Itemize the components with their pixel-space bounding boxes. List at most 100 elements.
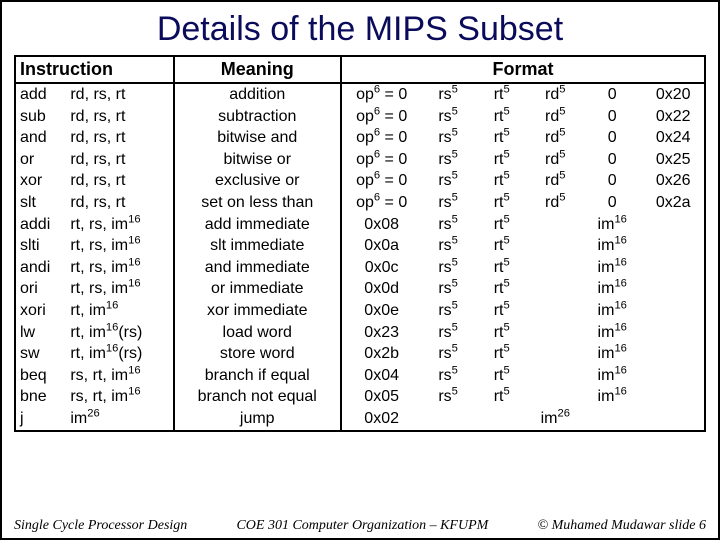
cell-f0: op6 = 0 (341, 149, 421, 171)
cell-f5 (642, 300, 705, 322)
cell-mn: beq (15, 365, 66, 387)
cell-f5: 0x24 (642, 127, 705, 149)
header-meaning: Meaning (174, 56, 341, 83)
cell-mean: set on less than (174, 192, 341, 214)
cell-f3: im26 (529, 408, 583, 431)
cell-f2: rt5 (475, 365, 529, 387)
cell-ops: rt, rs, im16 (66, 257, 173, 279)
cell-f2: rt5 (475, 300, 529, 322)
cell-f3: rd5 (529, 149, 583, 171)
cell-mn: slt (15, 192, 66, 214)
cell-mn: sw (15, 343, 66, 365)
cell-mean: bitwise or (174, 149, 341, 171)
header-format: Format (341, 56, 705, 83)
cell-f1: rs5 (421, 257, 475, 279)
cell-f5 (642, 214, 705, 236)
cell-mean: branch not equal (174, 386, 341, 408)
cell-f1: rs5 (421, 343, 475, 365)
cell-f4: im16 (582, 214, 642, 236)
cell-ops: rs, rt, im16 (66, 365, 173, 387)
cell-f4: 0 (582, 106, 642, 128)
cell-f2: rt5 (475, 257, 529, 279)
table-row: beqrs, rt, im16branch if equal0x04rs5rt5… (15, 365, 705, 387)
cell-f2: rt5 (475, 106, 529, 128)
cell-mn: xori (15, 300, 66, 322)
cell-f4: im16 (582, 257, 642, 279)
table-row: andirt, rs, im16and immediate0x0crs5rt5 i… (15, 257, 705, 279)
cell-f1: rs5 (421, 365, 475, 387)
cell-f3 (529, 300, 583, 322)
cell-f1: rs5 (421, 170, 475, 192)
cell-mean: store word (174, 343, 341, 365)
cell-f1: rs5 (421, 192, 475, 214)
cell-f0: 0x05 (341, 386, 421, 408)
cell-ops: rt, im16(rs) (66, 343, 173, 365)
cell-f1: rs5 (421, 127, 475, 149)
cell-mn: bne (15, 386, 66, 408)
cell-f0: op6 = 0 (341, 83, 421, 106)
cell-f0: 0x0c (341, 257, 421, 279)
cell-f1: rs5 (421, 322, 475, 344)
cell-mean: and immediate (174, 257, 341, 279)
cell-ops: rd, rs, rt (66, 106, 173, 128)
cell-f1: rs5 (421, 214, 475, 236)
mips-table: Instruction Meaning Format addrd, rs, rt… (14, 55, 706, 432)
cell-f2: rt5 (475, 214, 529, 236)
cell-mn: slti (15, 235, 66, 257)
cell-f4: 0 (582, 83, 642, 106)
cell-f4: 0 (582, 192, 642, 214)
cell-f5 (642, 386, 705, 408)
cell-f4: im16 (582, 278, 642, 300)
cell-f5 (642, 343, 705, 365)
cell-f1: rs5 (421, 149, 475, 171)
cell-f4: im16 (582, 235, 642, 257)
cell-mean: or immediate (174, 278, 341, 300)
cell-ops: rd, rs, rt (66, 127, 173, 149)
cell-f4: 0 (582, 170, 642, 192)
cell-f0: 0x02 (341, 408, 421, 431)
cell-f4: 0 (582, 149, 642, 171)
cell-ops: rd, rs, rt (66, 192, 173, 214)
cell-f5 (642, 408, 705, 431)
footer-center: COE 301 Computer Organization – KFUPM (236, 518, 488, 534)
cell-mn: sub (15, 106, 66, 128)
cell-f3 (529, 278, 583, 300)
cell-ops: rs, rt, im16 (66, 386, 173, 408)
cell-f1 (421, 408, 475, 431)
cell-f4: 0 (582, 127, 642, 149)
cell-f0: 0x0d (341, 278, 421, 300)
cell-f4: im16 (582, 386, 642, 408)
cell-mean: slt immediate (174, 235, 341, 257)
cell-f1: rs5 (421, 83, 475, 106)
cell-ops: rt, rs, im16 (66, 235, 173, 257)
cell-f3: rd5 (529, 106, 583, 128)
table-row: bners, rt, im16branch not equal0x05rs5rt… (15, 386, 705, 408)
cell-f3: rd5 (529, 83, 583, 106)
table-row: sltrd, rs, rtset on less thanop6 = 0rs5r… (15, 192, 705, 214)
footer-right: © Muhamed Mudawar slide 6 (537, 518, 706, 534)
cell-f2: rt5 (475, 278, 529, 300)
table-row: orrd, rs, rtbitwise orop6 = 0rs5rt5rd500… (15, 149, 705, 171)
cell-f4: im16 (582, 322, 642, 344)
cell-f0: 0x2b (341, 343, 421, 365)
cell-mn: addi (15, 214, 66, 236)
cell-f4: im16 (582, 300, 642, 322)
cell-f5 (642, 322, 705, 344)
table-row: addrd, rs, rtadditionop6 = 0rs5rt5rd500x… (15, 83, 705, 106)
cell-mn: andi (15, 257, 66, 279)
cell-f2 (475, 408, 529, 431)
cell-f1: rs5 (421, 106, 475, 128)
cell-f2: rt5 (475, 322, 529, 344)
cell-mean: subtraction (174, 106, 341, 128)
cell-f2: rt5 (475, 170, 529, 192)
cell-mean: xor immediate (174, 300, 341, 322)
cell-ops: rt, im16(rs) (66, 322, 173, 344)
cell-f5 (642, 278, 705, 300)
cell-f3: rd5 (529, 127, 583, 149)
table-row: jim26jump0x02im26 (15, 408, 705, 431)
cell-f0: op6 = 0 (341, 127, 421, 149)
cell-f1: rs5 (421, 235, 475, 257)
cell-mn: add (15, 83, 66, 106)
cell-f5: 0x2a (642, 192, 705, 214)
table-row: addirt, rs, im16add immediate0x08rs5rt5i… (15, 214, 705, 236)
